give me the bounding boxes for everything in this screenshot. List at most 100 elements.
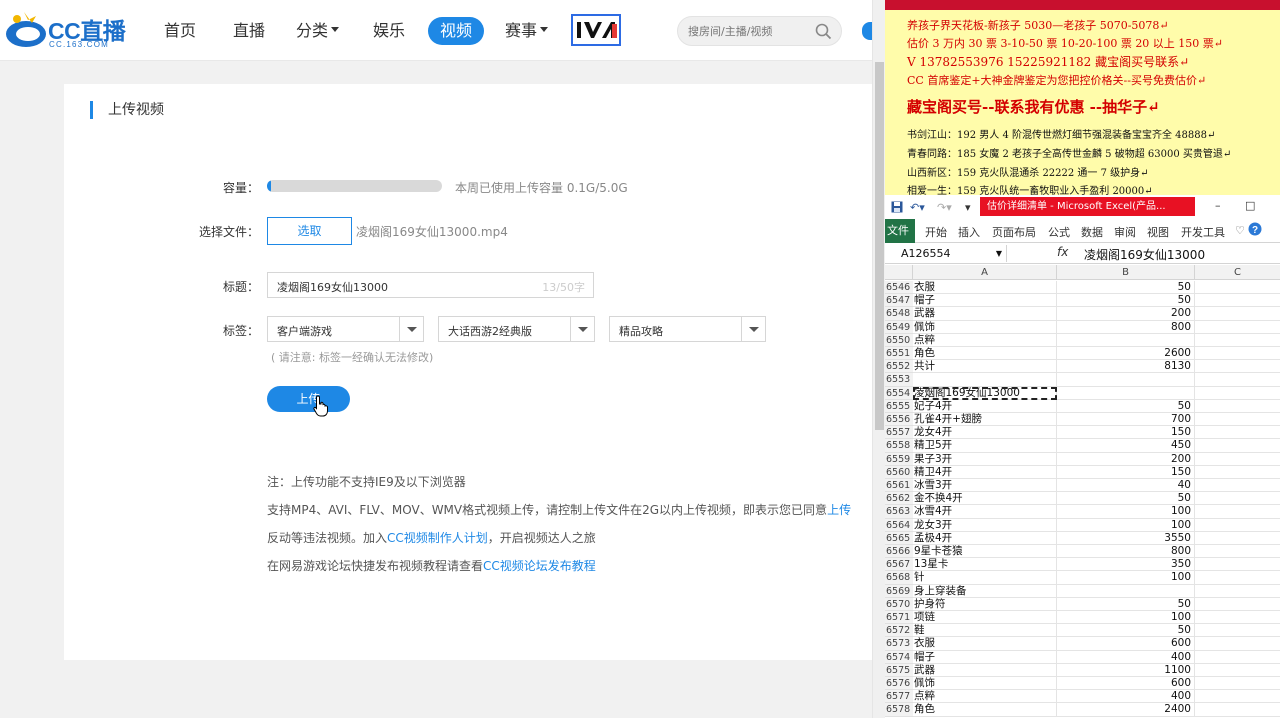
row-header[interactable]: 6563	[885, 505, 913, 519]
row-header[interactable]: 6561	[885, 479, 913, 493]
ribbon-tab-home[interactable]: 开始	[925, 224, 947, 240]
cell-b[interactable]: 800	[1057, 545, 1195, 559]
row-header[interactable]: 6565	[885, 531, 913, 545]
cell-a[interactable]: 护身符	[913, 597, 1057, 611]
help-icon[interactable]: ?	[1248, 222, 1262, 239]
ribbon-tab-formulas[interactable]: 公式	[1048, 224, 1070, 240]
cell-c[interactable]	[1195, 651, 1280, 664]
tag-select-1[interactable]: 客户端游戏	[267, 316, 424, 342]
row-header[interactable]: 6560	[885, 465, 913, 479]
cell-c[interactable]	[1195, 505, 1280, 519]
creator-plan-link[interactable]: CC视频制作人计划	[387, 531, 488, 545]
cell-b[interactable]: 50	[1057, 399, 1195, 413]
cell-b[interactable]: 350	[1057, 558, 1195, 572]
row-header[interactable]: 6568	[885, 571, 913, 585]
cell-a[interactable]: 妃子4开	[913, 399, 1057, 413]
column-header-b[interactable]: B	[1057, 265, 1195, 280]
row-header[interactable]: 6566	[885, 545, 913, 559]
cell-c[interactable]	[1195, 387, 1280, 400]
row-header[interactable]: 6576	[885, 677, 913, 691]
cell-c[interactable]	[1195, 611, 1280, 625]
cell-c[interactable]	[1195, 426, 1280, 440]
row-header[interactable]: 6556	[885, 413, 913, 427]
save-icon[interactable]	[891, 201, 903, 216]
formula-input[interactable]: 凌烟阁169女仙13000	[1084, 246, 1205, 263]
cell-c[interactable]	[1195, 532, 1280, 545]
cell-a[interactable]: 冰雪4开	[913, 505, 1057, 519]
cell-a[interactable]: 武器	[913, 307, 1057, 321]
cell-b[interactable]: 50	[1057, 624, 1195, 638]
nav-home[interactable]: 首页	[164, 17, 196, 45]
cell-b[interactable]: 600	[1057, 637, 1195, 651]
row-header[interactable]: 6571	[885, 611, 913, 625]
cell-b[interactable]: 700	[1057, 413, 1195, 427]
cell-a[interactable]: 点粹	[913, 690, 1057, 704]
cell-a[interactable]: 针	[913, 571, 1057, 585]
cell-c[interactable]	[1195, 413, 1280, 427]
row-header[interactable]: 6564	[885, 518, 913, 532]
cell-b[interactable]: 150	[1057, 426, 1195, 440]
upload-agreement-link[interactable]: 上传	[827, 503, 851, 517]
fx-icon[interactable]: fx	[1057, 245, 1068, 259]
title-field[interactable]: 凌烟阁169女仙13000 13/50字	[267, 272, 594, 298]
cell-b[interactable]	[1057, 386, 1195, 400]
ribbon-tab-file[interactable]: 文件	[885, 219, 915, 243]
row-header[interactable]: 6558	[885, 439, 913, 453]
ribbon-tab-view[interactable]: 视图	[1147, 224, 1169, 240]
cell-c[interactable]	[1195, 677, 1280, 691]
cell-a[interactable]: 角色	[913, 347, 1057, 361]
cell-c[interactable]	[1195, 624, 1280, 638]
tag-select-2[interactable]: 大话西游2经典版	[438, 316, 595, 342]
cell-c[interactable]	[1195, 690, 1280, 704]
cell-b[interactable]: 50	[1057, 597, 1195, 611]
row-header[interactable]: 6552	[885, 360, 913, 374]
nav-entertainment[interactable]: 娱乐	[373, 17, 405, 45]
cell-b[interactable]: 100	[1057, 518, 1195, 532]
cell-c[interactable]	[1195, 479, 1280, 493]
row-header[interactable]: 6569	[885, 584, 913, 598]
cell-b[interactable]: 200	[1057, 307, 1195, 321]
cell-c[interactable]	[1195, 571, 1280, 585]
cc-live-logo[interactable]: CC直播 CC.163.COM	[2, 6, 132, 54]
cell-c[interactable]	[1195, 558, 1280, 572]
cell-a[interactable]: 佩饰	[913, 320, 1057, 334]
cell-c[interactable]	[1195, 334, 1280, 347]
choose-file-button[interactable]: 选取	[267, 217, 352, 245]
row-header[interactable]: 6555	[885, 399, 913, 413]
cell-b[interactable]: 200	[1057, 452, 1195, 466]
cell-a[interactable]: 孔雀4开+翅膀	[913, 413, 1057, 427]
cell-b[interactable]	[1057, 373, 1195, 387]
cell-c[interactable]	[1195, 585, 1280, 598]
cell-a[interactable]: 精卫4开	[913, 465, 1057, 479]
cell-b[interactable]: 40	[1057, 479, 1195, 493]
cell-a[interactable]: 9星卡苍猿	[913, 545, 1057, 559]
ribbon-tab-developer[interactable]: 开发工具	[1181, 224, 1225, 240]
cell-b[interactable]: 50	[1057, 294, 1195, 308]
cell-b[interactable]: 2600	[1057, 347, 1195, 361]
cell-a[interactable]: 佩饰	[913, 677, 1057, 691]
cell-c[interactable]	[1195, 400, 1280, 413]
row-header[interactable]: 6570	[885, 597, 913, 611]
cell-c[interactable]	[1195, 373, 1280, 387]
cell-a[interactable]	[913, 373, 1057, 387]
cell-a[interactable]: 项链	[913, 611, 1057, 625]
cell-c[interactable]	[1195, 439, 1280, 453]
row-header[interactable]: 6557	[885, 426, 913, 440]
cell-a[interactable]: 帽子	[913, 294, 1057, 308]
cell-b[interactable]: 400	[1057, 690, 1195, 704]
row-header[interactable]: 6562	[885, 492, 913, 506]
tag-select-3[interactable]: 精品攻略	[609, 316, 766, 342]
cell-a[interactable]: 共计	[913, 360, 1057, 374]
cell-c[interactable]	[1195, 598, 1280, 611]
cell-a[interactable]: 果子3开	[913, 452, 1057, 466]
cell-a[interactable]: 帽子	[913, 650, 1057, 664]
cell-a[interactable]: 衣服	[913, 637, 1057, 651]
undo-icon[interactable]: ↶▾	[910, 201, 925, 214]
cell-b[interactable]: 1100	[1057, 663, 1195, 677]
cell-c[interactable]	[1195, 281, 1280, 295]
cell-a[interactable]: 点粹	[913, 333, 1057, 347]
cell-b[interactable]: 800	[1057, 320, 1195, 334]
cell-b[interactable]: 50	[1057, 281, 1195, 295]
cell-a[interactable]: 孟极4开	[913, 531, 1057, 545]
cell-a[interactable]: 鞋	[913, 624, 1057, 638]
